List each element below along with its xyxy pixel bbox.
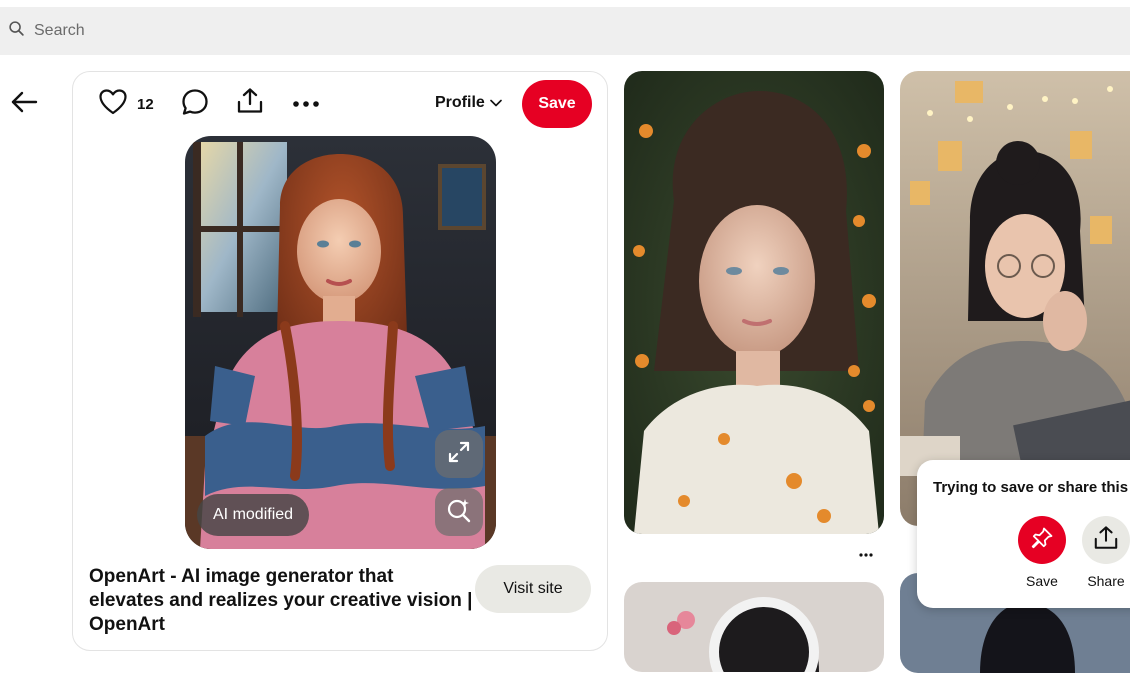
expand-icon [447,440,471,469]
expand-button[interactable] [435,430,483,478]
comment-button[interactable] [177,86,213,122]
search-icon [8,20,25,42]
grid-pin-image[interactable] [624,582,884,672]
like-button[interactable] [95,86,131,122]
visual-search-icon [446,497,472,528]
like-count: 12 [137,96,154,113]
visual-search-button[interactable] [435,488,483,536]
share-button[interactable] [232,85,268,121]
pin-image[interactable]: AI modified [185,136,496,549]
popover-share-label: Share [1087,573,1125,589]
pin-icon [1030,526,1054,555]
visit-site-button[interactable]: Visit site [475,565,591,613]
ai-modified-badge: AI modified [197,494,310,536]
share-icon [236,87,264,120]
save-button[interactable]: Save [522,80,592,128]
popover-save-circle[interactable] [1018,516,1066,564]
chevron-down-icon [485,94,502,112]
board-select[interactable]: Profile [435,94,502,112]
search-bar[interactable] [0,7,1130,55]
comment-icon [181,88,209,121]
search-input[interactable] [32,16,632,46]
pin-detail-card: 12 Profile Save AI modified OpenArt - AI… [72,71,608,651]
popover-title: Trying to save or share this [933,479,1129,496]
upload-icon [1093,525,1119,556]
more-options-button[interactable] [288,86,324,122]
grid-pin-image[interactable] [624,71,884,534]
more-icon [292,95,320,113]
more-icon [859,544,873,562]
popover-save-label: Save [1026,573,1058,589]
grid-pin-more-button[interactable] [848,540,884,566]
heart-icon [99,88,127,120]
back-arrow-icon [10,88,38,121]
save-share-popover: Trying to save or share this Save Share [917,460,1130,608]
popover-save-button[interactable]: Save [1012,516,1072,589]
pin-toolbar: 12 Profile Save [73,72,607,138]
popover-share-circle[interactable] [1082,516,1130,564]
back-button[interactable] [6,86,42,122]
pin-title[interactable]: OpenArt - AI image generator that elevat… [89,565,473,637]
board-select-label: Profile [435,94,485,111]
grid-pin-image[interactable] [900,71,1130,526]
popover-share-button[interactable]: Share [1076,516,1130,589]
